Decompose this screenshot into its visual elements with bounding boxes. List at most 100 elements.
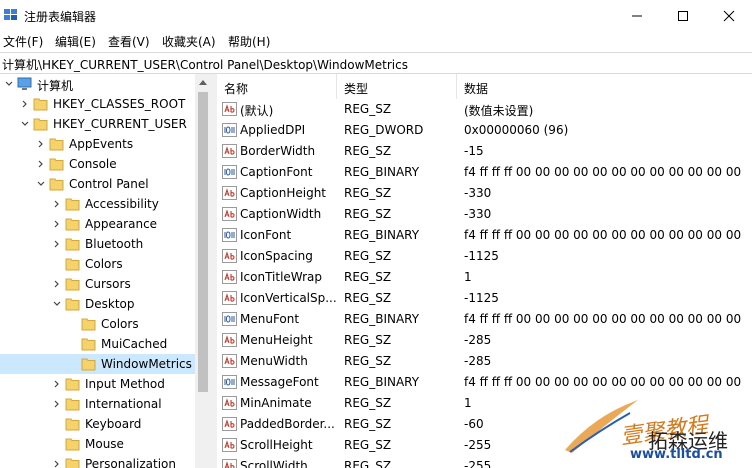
chevron-right-icon[interactable] — [37, 140, 45, 148]
value-data: f4 ff ff ff 00 00 00 00 00 00 00 00 00 0… — [464, 165, 742, 179]
value-data: f4 ff ff ff 00 00 00 00 00 00 00 00 00 0… — [464, 312, 742, 326]
tree-item-label: 计算机 — [37, 79, 74, 93]
tree-item-computer[interactable]: 计算机 — [0, 74, 195, 94]
value-data: 0x00000060 (96) — [464, 123, 569, 137]
close-button[interactable] — [706, 0, 752, 31]
tree-item[interactable]: Colors — [0, 254, 195, 274]
folder-icon — [81, 358, 96, 371]
close-icon — [723, 10, 735, 21]
value-type: REG_SZ — [344, 144, 392, 158]
folder-icon — [33, 118, 48, 131]
tree-item[interactable]: WindowMetrics — [0, 354, 195, 374]
chevron-right-icon[interactable] — [53, 200, 61, 208]
chevron-right-icon[interactable] — [53, 380, 61, 388]
chevron-right-icon[interactable] — [37, 160, 45, 168]
tree-item[interactable]: Desktop — [0, 294, 195, 314]
value-row[interactable]: MenuHeight REG_SZ -285 — [217, 330, 752, 351]
value-row[interactable]: IconTitleWrap REG_SZ 1 — [217, 267, 752, 288]
value-data: f4 ff ff ff 00 00 00 00 00 00 00 00 00 0… — [464, 375, 742, 389]
tree-item[interactable]: Input Method — [0, 374, 195, 394]
tree-item[interactable]: MuiCached — [0, 334, 195, 354]
value-row[interactable]: AppliedDPI REG_DWORD 0x00000060 (96) — [217, 120, 752, 141]
value-name: CaptionWidth — [240, 207, 322, 221]
tree-item[interactable]: HKEY_CLASSES_ROOT — [0, 94, 195, 114]
value-name: MinAnimate — [240, 396, 312, 410]
maximize-button[interactable] — [660, 0, 706, 31]
value-type: REG_SZ — [344, 396, 392, 410]
chevron-right-icon[interactable] — [53, 400, 61, 408]
chevron-right-icon[interactable] — [53, 280, 61, 288]
menu-help[interactable]: 帮助(H) — [228, 33, 270, 50]
chevron-down-icon[interactable] — [5, 80, 13, 88]
menu-favorites[interactable]: 收藏夹(A) — [162, 33, 216, 50]
window-title: 注册表编辑器 — [24, 10, 97, 24]
tree-item-label: Appearance — [85, 217, 158, 231]
value-row[interactable]: ScrollHeight REG_SZ -255 — [217, 435, 752, 456]
tree-scroll-thumb[interactable] — [198, 92, 208, 392]
menu-bar: 文件(F) 编辑(E) 查看(V) 收藏夹(A) 帮助(H) — [0, 31, 752, 51]
value-row[interactable]: IconVerticalSp... REG_SZ -1125 — [217, 288, 752, 309]
string-value-icon — [222, 186, 237, 200]
value-data: -330 — [464, 186, 492, 200]
tree-item[interactable]: HKEY_CURRENT_USER — [0, 114, 195, 134]
value-row[interactable]: CaptionHeight REG_SZ -330 — [217, 183, 752, 204]
value-row[interactable]: MessageFont REG_BINARY f4 ff ff ff 00 00 0… — [217, 372, 752, 393]
chevron-down-icon[interactable] — [21, 120, 29, 128]
column-divider[interactable] — [336, 74, 337, 99]
column-header-data[interactable]: 数据 — [464, 80, 488, 97]
value-row[interactable]: MenuFont REG_BINARY f4 ff ff ff 00 00 00 0… — [217, 309, 752, 330]
value-type: REG_SZ — [344, 417, 392, 431]
value-row[interactable]: IconSpacing REG_SZ -1125 — [217, 246, 752, 267]
chevron-right-icon[interactable] — [53, 240, 61, 248]
value-type: REG_SZ — [344, 291, 392, 305]
tree-item[interactable]: Colors — [0, 314, 195, 334]
tree-item[interactable]: Keyboard — [0, 414, 195, 434]
value-row[interactable]: BorderWidth REG_SZ -15 — [217, 141, 752, 162]
column-divider[interactable] — [456, 74, 457, 99]
string-value-icon — [222, 417, 237, 431]
value-row[interactable]: CaptionWidth REG_SZ -330 — [217, 204, 752, 225]
menu-view[interactable]: 查看(V) — [108, 33, 150, 50]
minimize-button[interactable] — [614, 0, 660, 31]
value-data: 1 — [464, 270, 472, 284]
address-path[interactable]: 计算机\HKEY_CURRENT_USER\Control Panel\Desk… — [2, 56, 408, 73]
tree-item[interactable]: Mouse — [0, 434, 195, 454]
tree-item[interactable]: International — [0, 394, 195, 414]
tree-item[interactable]: Cursors — [0, 274, 195, 294]
scroll-up-icon[interactable] — [199, 79, 207, 85]
value-row[interactable]: CaptionFont REG_BINARY f4 ff ff ff 00 00 0… — [217, 162, 752, 183]
value-row[interactable]: (默认) REG_SZ (数值未设置) — [217, 99, 752, 120]
string-value-icon — [222, 438, 237, 452]
value-type: REG_SZ — [344, 333, 392, 347]
address-bar[interactable]: 计算机\HKEY_CURRENT_USER\Control Panel\Desk… — [0, 52, 752, 74]
tree-item[interactable]: Appearance — [0, 214, 195, 234]
value-row[interactable]: MinAnimate REG_SZ 1 — [217, 393, 752, 414]
value-row[interactable]: IconFont REG_BINARY f4 ff ff ff 00 00 00 0… — [217, 225, 752, 246]
value-data: f4 ff ff ff 00 00 00 00 00 00 00 00 00 0… — [464, 228, 742, 242]
value-row[interactable]: ScrollWidth REG_SZ -255 — [217, 456, 752, 468]
value-row[interactable]: PaddedBorder... REG_SZ -60 — [217, 414, 752, 435]
folder-icon — [65, 218, 80, 231]
value-type: REG_SZ — [344, 186, 392, 200]
chevron-down-icon[interactable] — [53, 300, 61, 308]
tree-item[interactable]: AppEvents — [0, 134, 195, 154]
minimize-icon — [632, 15, 642, 16]
value-data: (数值未设置) — [464, 104, 534, 118]
tree-item[interactable]: Console — [0, 154, 195, 174]
chevron-down-icon[interactable] — [37, 180, 45, 188]
menu-edit[interactable]: 编辑(E) — [55, 33, 96, 50]
column-header-name[interactable]: 名称 — [224, 80, 248, 97]
tree-item[interactable]: Accessibility — [0, 194, 195, 214]
tree-item[interactable]: Bluetooth — [0, 234, 195, 254]
chevron-right-icon[interactable] — [21, 100, 29, 108]
menu-file[interactable]: 文件(F) — [3, 33, 43, 50]
value-data: -255 — [464, 438, 492, 452]
value-row[interactable]: MenuWidth REG_SZ -285 — [217, 351, 752, 372]
value-name: MenuFont — [240, 312, 300, 326]
tree-item[interactable]: Personalization — [0, 454, 195, 468]
chevron-right-icon[interactable] — [53, 220, 61, 228]
tree-scrollbar[interactable] — [195, 74, 211, 468]
chevron-right-icon[interactable] — [53, 460, 61, 468]
tree-item[interactable]: Control Panel — [0, 174, 195, 194]
column-header-type[interactable]: 类型 — [344, 80, 368, 97]
